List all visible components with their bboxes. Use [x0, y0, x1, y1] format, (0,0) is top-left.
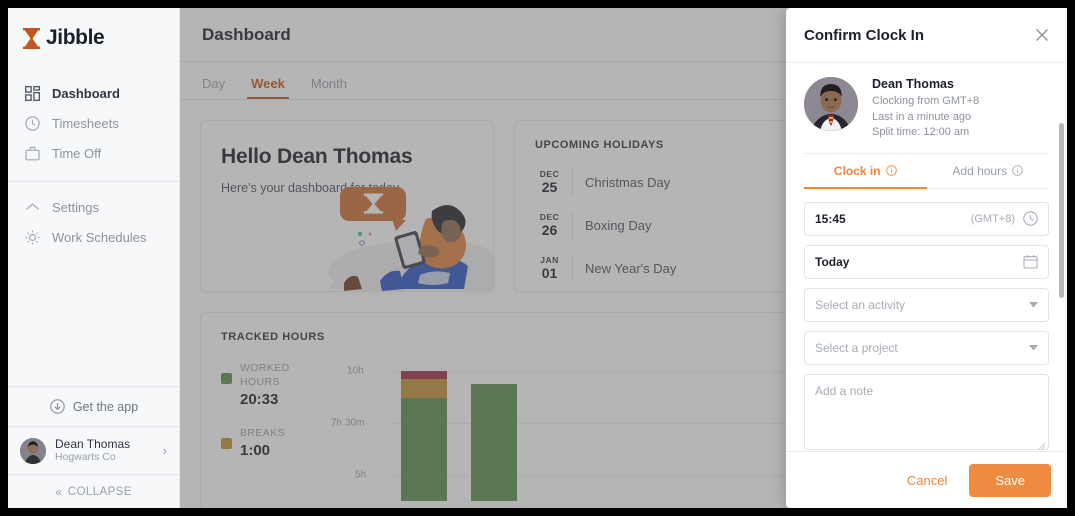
avatar	[804, 77, 858, 131]
modal-scrollbar[interactable]	[1059, 123, 1064, 298]
note-placeholder: Add a note	[815, 383, 874, 398]
jibble-hourglass-icon	[22, 27, 41, 49]
sidebar-item-label: Time Off	[52, 145, 102, 161]
tab-add-hours[interactable]: Add hours	[927, 154, 1050, 188]
modal-footer: Cancel Save	[786, 451, 1067, 508]
sidebar-nav: Dashboard Timesheets Time Off Settings W…	[8, 68, 179, 252]
activity-select[interactable]: Select an activity	[804, 287, 1049, 322]
person-last-in: Last in a minute ago	[872, 110, 972, 123]
person-details: Dean Thomas Clocking from GMT+8 Last in …	[872, 77, 979, 141]
modal-header: Confirm Clock In	[786, 8, 1067, 63]
app-logo[interactable]: Jibble	[8, 8, 179, 68]
save-button[interactable]: Save	[969, 463, 1051, 497]
sidebar-user-org: Hogwarts Co	[55, 451, 116, 463]
download-icon	[49, 398, 66, 415]
chevron-right-icon: ›	[162, 443, 167, 458]
sidebar-item-label: Settings	[52, 199, 99, 215]
briefcase-icon	[24, 145, 41, 162]
collapse-label: COLLAPSE	[67, 485, 132, 498]
get-the-app-label: Get the app	[72, 399, 139, 414]
grid-icon	[24, 85, 41, 102]
confirm-clock-in-dialog: Confirm Clock In Dean Thomas Clocking fr…	[786, 8, 1067, 508]
date-field[interactable]: Today	[804, 244, 1049, 279]
sidebar-user-name: Dean Thomas	[55, 437, 131, 451]
sidebar-item-work-schedules[interactable]: Work Schedules	[8, 222, 179, 252]
sun-icon	[24, 229, 41, 246]
cancel-button[interactable]: Cancel	[899, 467, 955, 494]
tab-clock-in[interactable]: Clock in	[804, 154, 927, 189]
tab-clock-in-label: Clock in	[833, 163, 881, 178]
resize-grip-icon[interactable]	[1038, 439, 1046, 449]
sidebar-item-time-off[interactable]: Time Off	[8, 138, 179, 168]
clocking-person: Dean Thomas Clocking from GMT+8 Last in …	[804, 63, 1049, 153]
sidebar-item-dashboard[interactable]: Dashboard	[8, 78, 179, 108]
collapse-sidebar-button[interactable]: « COLLAPSE	[8, 474, 179, 508]
date-value: Today	[815, 254, 850, 269]
app-window: Jibble Dashboard Timesheets Time Off Set…	[8, 8, 1067, 508]
person-name: Dean Thomas	[872, 77, 954, 91]
clock-icon	[24, 115, 41, 132]
sidebar-divider	[8, 181, 179, 182]
project-select[interactable]: Select a project	[804, 330, 1049, 365]
close-icon[interactable]	[1031, 24, 1053, 46]
clock-in-form: 15:45 (GMT+8) Today Select an activity S…	[804, 189, 1049, 450]
sidebar-item-timesheets[interactable]: Timesheets	[8, 108, 179, 138]
info-icon[interactable]	[1012, 165, 1023, 176]
info-icon[interactable]	[885, 165, 897, 176]
chevron-down-icon[interactable]	[1029, 345, 1038, 350]
project-placeholder: Select a project	[815, 340, 898, 355]
time-field[interactable]: 15:45 (GMT+8)	[804, 201, 1049, 236]
sidebar-item-label: Dashboard	[52, 85, 120, 101]
sidebar-item-label: Timesheets	[52, 115, 119, 131]
tab-add-hours-label: Add hours	[952, 163, 1008, 178]
timezone-label: (GMT+8)	[970, 212, 1015, 225]
person-split-time: Split time: 12:00 am	[872, 126, 970, 138]
get-the-app-button[interactable]: Get the app	[8, 386, 179, 426]
sidebar-item-settings[interactable]: Settings	[8, 192, 179, 222]
sidebar-user-profile[interactable]: Dean Thomas Hogwarts Co ›	[8, 426, 179, 474]
chevron-down-icon[interactable]	[1029, 302, 1038, 307]
sidebar: Jibble Dashboard Timesheets Time Off Set…	[8, 8, 180, 508]
clock-icon[interactable]	[1023, 211, 1038, 226]
logo-text: Jibble	[46, 26, 105, 49]
modal-body: Dean Thomas Clocking from GMT+8 Last in …	[786, 63, 1067, 451]
person-timezone: Clocking from GMT+8	[872, 95, 980, 107]
calendar-icon[interactable]	[1023, 254, 1038, 269]
chevron-up-icon	[24, 199, 41, 216]
note-textarea[interactable]: Add a note	[804, 373, 1049, 450]
activity-placeholder: Select an activity	[815, 297, 906, 312]
avatar	[20, 437, 46, 464]
chevron-double-left-icon: «	[55, 484, 62, 499]
modal-tabs: Clock in Add hours	[804, 152, 1050, 189]
sidebar-item-label: Work Schedules	[52, 229, 147, 245]
modal-title: Confirm Clock In	[804, 26, 925, 44]
sidebar-user-meta: Dean Thomas Hogwarts Co	[55, 437, 154, 464]
time-value: 15:45	[815, 211, 846, 226]
